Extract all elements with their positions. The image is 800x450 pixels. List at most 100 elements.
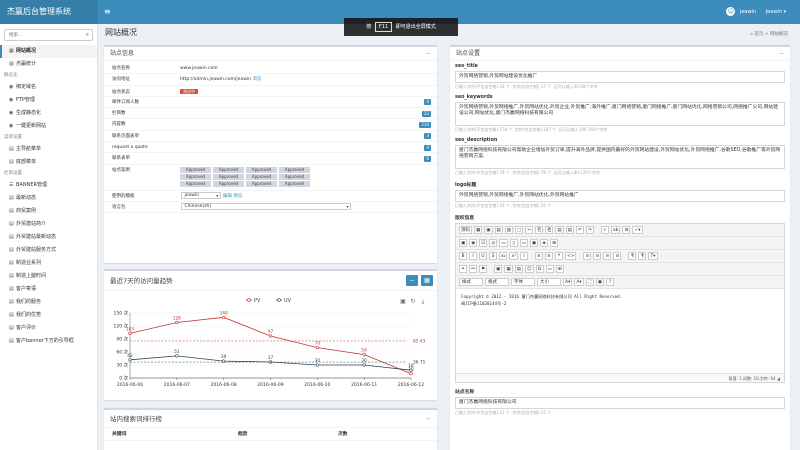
logo-title-field[interactable]: 外贸网络营销,外贸网络推广,外贸网站优化,外贸网站推广 <box>455 190 785 202</box>
approved-tag[interactable]: Approved <box>279 166 310 173</box>
editor-toolbar-button[interactable]: ⊞ <box>550 239 559 247</box>
seo-title-field[interactable]: 外贸网络营销,外贸网站建设优化推广 <box>455 71 785 83</box>
sidebar-item[interactable]: ▤ 客户评价 <box>0 322 97 335</box>
template-edit-link[interactable]: 编辑 <box>223 194 232 199</box>
editor-toolbar-button[interactable]: ◎ <box>489 239 498 247</box>
collapse-icon[interactable]: − <box>426 47 431 61</box>
editor-toolbar-button[interactable]: ⎗ <box>545 226 554 234</box>
approved-tag[interactable]: Approved <box>213 166 244 173</box>
editor-toolbar-button[interactable]: ⚭ <box>459 265 467 273</box>
approved-tag[interactable]: Approved <box>180 181 211 188</box>
editor-toolbar-button[interactable]: ◈ <box>540 239 549 247</box>
sidebar-item[interactable]: ▤ 客户banner下方的引导框 <box>0 335 97 348</box>
app-logo[interactable]: 杰赢后台管理系统 <box>0 0 98 24</box>
editor-toolbar-button[interactable]: ≡ <box>593 252 602 260</box>
editor-toolbar-button[interactable]: ¶ <box>628 252 637 260</box>
editor-toolbar-button[interactable]: ▭ <box>519 239 528 247</box>
editor-toolbar-button[interactable]: ¶ <box>638 252 647 260</box>
editor-toolbar-button[interactable]: ▣ <box>484 226 493 234</box>
editor-toolbar-button[interactable]: 大小 <box>537 278 561 286</box>
menu-toggle-icon[interactable]: ≡ <box>104 7 111 17</box>
editor-toolbar-button[interactable]: ▯ <box>509 239 518 247</box>
language-select[interactable]: Chinese(zh) ▾ <box>181 202 352 210</box>
editor-toolbar-button[interactable]: 源码 <box>459 226 472 234</box>
editor-toolbar-button[interactable]: ↶ <box>575 226 584 234</box>
sidebar-item[interactable]: ▤ 我们的优势 <box>0 309 97 322</box>
editor-toolbar-button[interactable]: x² <box>509 252 518 260</box>
sidebar-item[interactable]: ▤ 制造业系列 <box>0 257 97 270</box>
editor-toolbar-button[interactable]: T▾ <box>648 252 658 260</box>
editor-toolbar-button[interactable]: ▣ <box>459 239 468 247</box>
editor-toolbar-button[interactable]: 字体 <box>511 278 535 286</box>
user-menu[interactable]: ☺ jeawin jeawin ▾ <box>726 0 800 24</box>
approved-tag[interactable]: Approved <box>246 181 277 188</box>
sidebar-item[interactable]: ▤ 外贸建站服务方式 <box>0 244 97 257</box>
approved-tag[interactable]: Approved <box>279 173 310 180</box>
approved-tag[interactable]: Approved <box>246 173 277 180</box>
editor-toolbar-button[interactable]: S <box>489 252 497 260</box>
editor-toolbar-button[interactable]: I <box>519 252 528 260</box>
search-icon[interactable]: ⌕ <box>86 31 89 39</box>
sidebar-item[interactable]: ▦ 网站概况 <box>0 45 97 58</box>
approved-tag[interactable]: Approved <box>246 166 277 173</box>
editor-toolbar-button[interactable]: ☑ <box>479 239 488 247</box>
sidebar-item[interactable]: ▤ 外贸建站最新动态 <box>0 231 97 244</box>
editor-toolbar-button[interactable]: 样式 <box>459 278 483 286</box>
editor-toolbar-button[interactable]: ↷ <box>585 226 594 234</box>
editor-toolbar-button[interactable]: Ω <box>535 265 544 273</box>
editor-toolbar-button[interactable]: ▤ <box>565 226 574 234</box>
editor-toolbar-button[interactable]: ▣ <box>595 278 604 286</box>
sidebar-item[interactable]: ▤ 最新动态 <box>0 192 97 205</box>
editor-toolbar-button[interactable]: ⚑ <box>479 265 488 273</box>
editor-toolbar-button[interactable]: ▣ <box>529 239 539 247</box>
editor-toolbar-button[interactable]: x₂ <box>499 252 508 260</box>
editor-toolbar-button[interactable]: ⎘ <box>535 226 544 234</box>
user-dropdown[interactable]: jeawin ▾ <box>766 9 786 15</box>
sidebar-item[interactable]: ▤ 主导航菜单 <box>0 143 97 156</box>
browse-link[interactable]: 浏览 <box>252 77 261 82</box>
editor-toolbar-button[interactable]: ❝ <box>554 252 563 260</box>
editor-toolbar-button[interactable]: ▥ <box>504 226 514 234</box>
editor-toolbar-button[interactable]: ▤ <box>555 226 564 234</box>
editor-toolbar-button[interactable]: U <box>479 252 487 260</box>
template-select[interactable]: jeawin ▾ <box>181 191 222 199</box>
sidebar-item[interactable]: ▤ 底部菜单 <box>0 156 97 169</box>
editor-toolbar-button[interactable]: 格式 <box>485 278 509 286</box>
editor-toolbar-button[interactable]: ⌕ <box>600 226 609 234</box>
editor-toolbar-button[interactable]: <> <box>564 252 577 260</box>
approved-tag[interactable]: Approved <box>213 173 244 180</box>
sidebar-item[interactable]: ▤ 制造上腿时间 <box>0 270 97 283</box>
sidebar-item[interactable]: ▤ 外贸建站简介 <box>0 218 97 231</box>
editor-toolbar-button[interactable]: ◉ <box>469 239 478 247</box>
breadcrumb-home[interactable]: 首页 <box>754 32 763 37</box>
editor-toolbar-button[interactable]: ☺ <box>524 265 534 273</box>
editor-toolbar-button[interactable]: ▭ <box>499 239 508 247</box>
approved-tag[interactable]: Approved <box>180 166 211 173</box>
editor-toolbar-button[interactable]: ⚯ <box>469 265 477 273</box>
editor-toolbar-button[interactable]: ▦ <box>474 226 483 234</box>
editor-toolbar-button[interactable]: ▤ <box>494 226 503 234</box>
editor-toolbar-button[interactable]: I <box>469 252 477 260</box>
editor-toolbar-button[interactable]: ≡ <box>613 252 622 260</box>
editor-toolbar-button[interactable]: A▾ <box>574 278 584 286</box>
editor-toolbar-button[interactable]: ≡ <box>544 252 553 260</box>
seo-description-field[interactable]: 厦门杰赢网络科技有限公司帮助企业增加外贸订单,提升海外品牌,提供国内最好的外贸网… <box>455 145 785 169</box>
sidebar-item[interactable]: ▤ 商贸案例 <box>0 205 97 218</box>
sidebar-item[interactable]: ◉ FTP管理 <box>0 94 97 107</box>
editor-toolbar-button[interactable]: ▢ <box>515 226 524 234</box>
collapse-icon[interactable]: − <box>426 410 431 428</box>
site-name-field[interactable]: 厦门杰赢网络科技有限公司 <box>455 397 785 409</box>
sidebar-item[interactable]: ▤ 我们的服务 <box>0 296 97 309</box>
editor-toolbar-button[interactable]: ▣ <box>494 265 503 273</box>
editor-toolbar-button[interactable]: ? <box>605 278 614 286</box>
editor-toolbar-button[interactable]: ▤ <box>514 265 523 273</box>
sidebar-item[interactable]: ▤ 客户寄语 <box>0 283 97 296</box>
editor-toolbar-button[interactable]: A▾ <box>563 278 573 286</box>
approved-tag[interactable]: Approved <box>213 181 244 188</box>
editor-toolbar-button[interactable]: ≡ <box>583 252 592 260</box>
editor-toolbar-button[interactable]: ≡ <box>534 252 543 260</box>
editor-toolbar-button[interactable]: ⛶ <box>585 278 594 286</box>
editor-toolbar-button[interactable]: ⊟ <box>622 226 631 234</box>
editor-toolbar-button[interactable]: ✂ <box>525 226 534 234</box>
sidebar-item[interactable]: ◉ 生成静态化 <box>0 107 97 120</box>
